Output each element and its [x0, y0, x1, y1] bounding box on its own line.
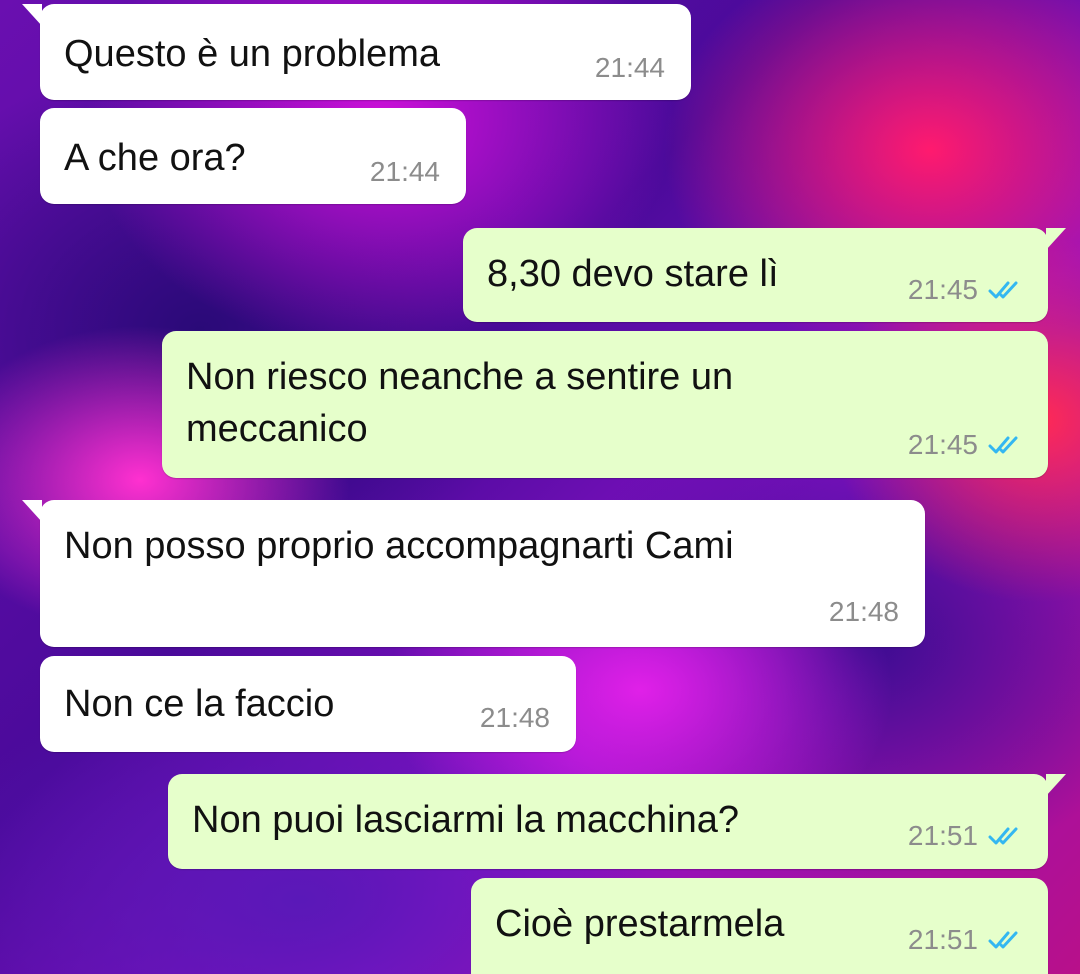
double-check-icon [988, 827, 1018, 845]
message-text-line-2: meccanico [186, 408, 368, 450]
message-bubble-outgoing[interactable]: Cioè prestarmela 21:51 [471, 878, 1048, 974]
message-bubble-outgoing[interactable]: Non riesco neanche a sentire un meccanic… [162, 331, 1048, 478]
message-timestamp: 21:48 [480, 702, 550, 734]
message-bubble-incoming[interactable]: Questo è un problema 21:44 [22, 4, 691, 100]
timestamp-text: 21:48 [479, 702, 550, 733]
message-bubble-outgoing[interactable]: 8,30 devo stare lì 21:45 [463, 228, 1066, 322]
message-timestamp: 21:44 [370, 156, 440, 188]
timestamp-text: 21:48 [828, 596, 899, 627]
message-timestamp: 21:44 [595, 52, 665, 84]
message-timestamp: 21:48 [829, 596, 899, 628]
double-check-icon [988, 436, 1018, 454]
chat-screen: { "messages": [ {"direction":"incoming",… [0, 0, 1080, 974]
message-bubble-outgoing[interactable]: Non puoi lasciarmi la macchina? 21:51 [168, 774, 1066, 869]
message-text: 8,30 devo stare lì [487, 253, 779, 295]
message-meta: 21:45 [908, 274, 1024, 306]
timestamp-text: 21:44 [369, 156, 440, 187]
message-text: Non posso proprio accompagnarti Cami [64, 525, 734, 567]
message-text: Non puoi lasciarmi la macchina? [192, 799, 740, 841]
message-text: Non ce la faccio [64, 683, 335, 725]
message-text: A che ora? [64, 137, 246, 179]
timestamp-text: 21:45 [907, 429, 978, 460]
timestamp-text: 21:45 [907, 274, 978, 305]
message-bubble-incoming[interactable]: Non posso proprio accompagnarti Cami 21:… [22, 500, 925, 647]
message-bubble-incoming[interactable]: A che ora? 21:44 [40, 108, 466, 204]
message-text: Cioè prestarmela [495, 903, 785, 945]
message-bubble-incoming[interactable]: Non ce la faccio 21:48 [40, 656, 576, 752]
message-text-line-1: Non riesco neanche a sentire un [186, 356, 734, 398]
double-check-icon [988, 281, 1018, 299]
timestamp-text: 21:51 [907, 820, 978, 851]
message-text: Questo è un problema [64, 33, 441, 75]
timestamp-text: 21:44 [594, 52, 665, 83]
message-meta: 21:51 [908, 924, 1024, 956]
timestamp-text: 21:51 [907, 924, 978, 955]
message-meta: 21:51 [908, 820, 1024, 852]
double-check-icon [988, 931, 1018, 949]
message-meta: 21:45 [908, 429, 1024, 461]
